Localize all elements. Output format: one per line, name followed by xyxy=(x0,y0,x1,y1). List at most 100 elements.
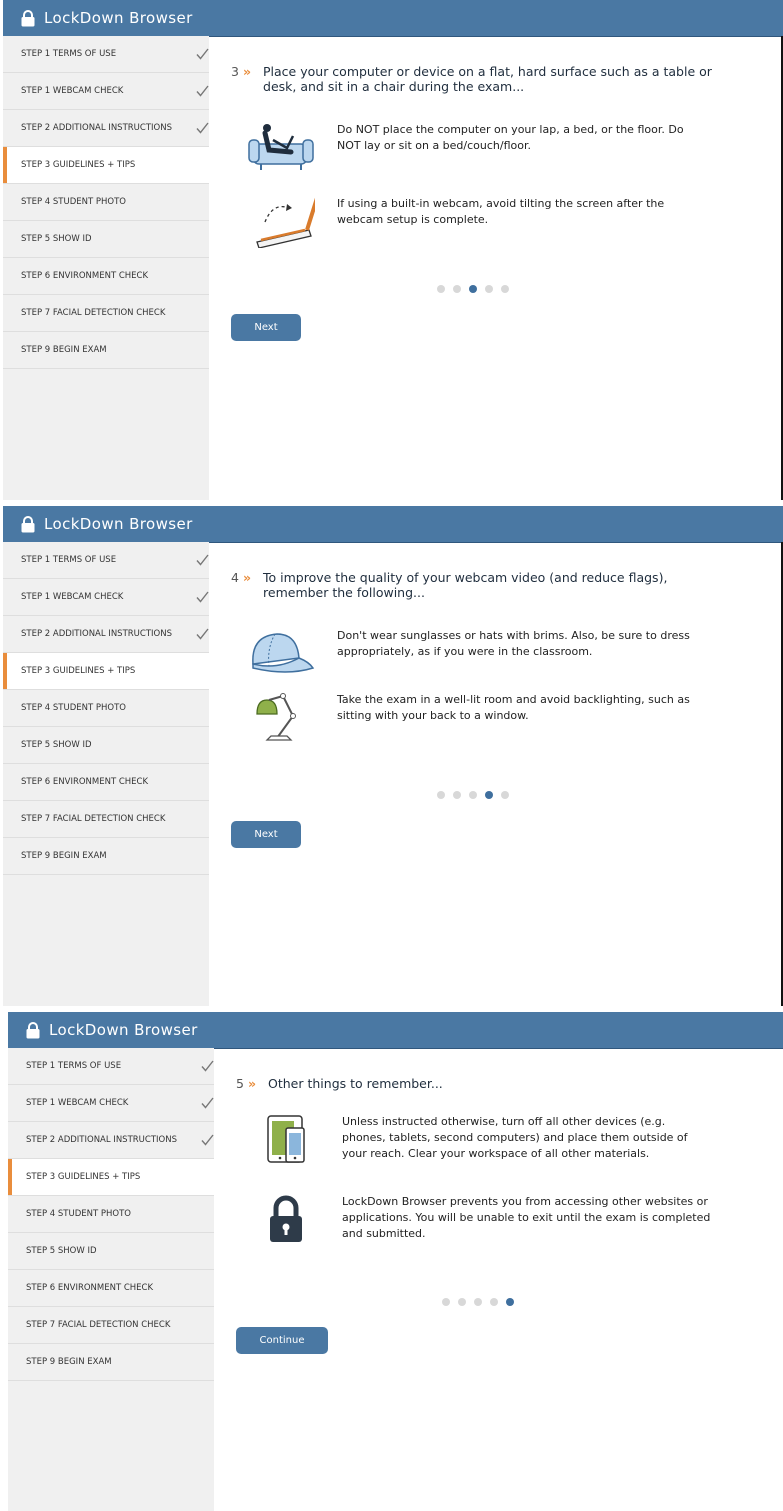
page-dot[interactable] xyxy=(437,285,445,293)
sidebar-step-webcam-check[interactable]: STEP 1 WEBCAM CHECK xyxy=(3,579,209,616)
app-title: LockDown Browser xyxy=(44,515,193,533)
step-label: STEP 9 BEGIN EXAM xyxy=(21,851,107,861)
lockdown-panel-step4: LockDown Browser STEP 1 TERMS OF USE STE… xyxy=(3,506,783,1006)
lockdown-panel-step5: LockDown Browser STEP 1 TERMS OF USE STE… xyxy=(8,1012,783,1511)
page-dot[interactable] xyxy=(501,285,509,293)
sidebar-step-guidelines-tips[interactable]: STEP 3 GUIDELINES + TIPS xyxy=(3,653,209,690)
checkmark-icon xyxy=(196,48,209,60)
sidebar-step-webcam-check[interactable]: STEP 1 WEBCAM CHECK xyxy=(3,73,209,110)
sidebar-step-terms-of-use[interactable]: STEP 1 TERMS OF USE xyxy=(3,542,209,579)
checkmark-icon xyxy=(201,1097,214,1109)
sidebar: STEP 1 TERMS OF USE STEP 1 WEBCAM CHECK … xyxy=(8,1048,214,1511)
sidebar-step-show-id[interactable]: STEP 5 SHOW ID xyxy=(8,1233,214,1270)
padlock-icon xyxy=(270,1195,302,1242)
sidebar-step-webcam-check[interactable]: STEP 1 WEBCAM CHECK xyxy=(8,1085,214,1122)
checkmark-icon xyxy=(196,122,209,134)
sidebar-step-facial-detection-check[interactable]: STEP 7 FACIAL DETECTION CHECK xyxy=(8,1307,214,1344)
checkmark-icon xyxy=(201,1134,214,1146)
sidebar-step-additional-instructions[interactable]: STEP 2 ADDITIONAL INSTRUCTIONS xyxy=(3,110,209,147)
next-button[interactable]: Next xyxy=(231,314,301,341)
page-dot-active[interactable] xyxy=(506,1298,514,1306)
tip-heading: 4 » To improve the quality of your webca… xyxy=(231,570,731,600)
desk-lamp-icon xyxy=(256,693,296,741)
app-title: LockDown Browser xyxy=(49,1021,198,1039)
page-dot[interactable] xyxy=(485,285,493,293)
checkmark-icon xyxy=(196,85,209,97)
page-dot[interactable] xyxy=(453,285,461,293)
title-bar: LockDown Browser xyxy=(3,0,783,37)
step-label: STEP 3 GUIDELINES + TIPS xyxy=(21,160,136,170)
pagination-dots xyxy=(437,285,517,293)
tip-item: Don't wear sunglasses or hats with brims… xyxy=(247,628,747,680)
sidebar-step-begin-exam[interactable]: STEP 9 BEGIN EXAM xyxy=(3,838,209,875)
tip-number: 4 » xyxy=(231,570,252,585)
tip-heading-text: Place your computer or device on a flat,… xyxy=(263,64,712,94)
continue-button[interactable]: Continue xyxy=(236,1327,328,1354)
sidebar-step-begin-exam[interactable]: STEP 9 BEGIN EXAM xyxy=(8,1344,214,1381)
tip-item: LockDown Browser prevents you from acces… xyxy=(252,1194,752,1246)
step-label: STEP 6 ENVIRONMENT CHECK xyxy=(21,271,149,281)
sidebar-step-student-photo[interactable]: STEP 4 STUDENT PHOTO xyxy=(3,184,209,221)
step-label: STEP 7 FACIAL DETECTION CHECK xyxy=(21,308,166,318)
sidebar-step-student-photo[interactable]: STEP 4 STUDENT PHOTO xyxy=(8,1196,214,1233)
step-label: STEP 1 TERMS OF USE xyxy=(21,555,117,565)
main-content: 4 » To improve the quality of your webca… xyxy=(231,542,773,1006)
sidebar-step-show-id[interactable]: STEP 5 SHOW ID xyxy=(3,221,209,258)
tip-item: Do NOT place the computer on your lap, a… xyxy=(247,122,747,174)
sidebar-step-student-photo[interactable]: STEP 4 STUDENT PHOTO xyxy=(3,690,209,727)
page-dot[interactable] xyxy=(490,1298,498,1306)
sidebar-step-environment-check[interactable]: STEP 6 ENVIRONMENT CHECK xyxy=(3,764,209,801)
tip-heading-text: To improve the quality of your webcam vi… xyxy=(263,570,668,600)
sidebar-step-environment-check[interactable]: STEP 6 ENVIRONMENT CHECK xyxy=(3,258,209,295)
page-dot[interactable] xyxy=(453,791,461,799)
sidebar-step-guidelines-tips[interactable]: STEP 3 GUIDELINES + TIPS xyxy=(8,1159,214,1196)
chevron-icon: » xyxy=(247,1076,257,1091)
page-dot[interactable] xyxy=(442,1298,450,1306)
page-dot-active[interactable] xyxy=(485,791,493,799)
page-dot[interactable] xyxy=(469,791,477,799)
page-dot[interactable] xyxy=(437,791,445,799)
tip-heading: 5 » Other things to remember... xyxy=(236,1076,736,1091)
sidebar-step-begin-exam[interactable]: STEP 9 BEGIN EXAM xyxy=(3,332,209,369)
tip-text: Take the exam in a well-lit room and avo… xyxy=(337,693,690,722)
app-title: LockDown Browser xyxy=(44,9,193,27)
tip-text: Do NOT place the computer on your lap, a… xyxy=(337,123,684,152)
page-dot[interactable] xyxy=(458,1298,466,1306)
sidebar-step-additional-instructions[interactable]: STEP 2 ADDITIONAL INSTRUCTIONS xyxy=(3,616,209,653)
page-dot-active[interactable] xyxy=(469,285,477,293)
step-label: STEP 4 STUDENT PHOTO xyxy=(21,703,126,713)
checkmark-icon xyxy=(196,628,209,640)
sidebar-step-guidelines-tips[interactable]: STEP 3 GUIDELINES + TIPS xyxy=(3,147,209,184)
sidebar-step-facial-detection-check[interactable]: STEP 7 FACIAL DETECTION CHECK xyxy=(3,295,209,332)
page-dot[interactable] xyxy=(501,791,509,799)
tip-text: Don't wear sunglasses or hats with brims… xyxy=(337,629,690,658)
page-dot[interactable] xyxy=(474,1298,482,1306)
step-label: STEP 1 WEBCAM CHECK xyxy=(21,592,124,602)
checkmark-icon xyxy=(196,554,209,566)
sidebar-step-terms-of-use[interactable]: STEP 1 TERMS OF USE xyxy=(3,36,209,73)
devices-icon xyxy=(267,1115,305,1163)
step-label: STEP 6 ENVIRONMENT CHECK xyxy=(21,777,149,787)
step-label: STEP 4 STUDENT PHOTO xyxy=(21,197,126,207)
step-label: STEP 5 SHOW ID xyxy=(21,740,92,750)
tip-heading-text: Other things to remember... xyxy=(268,1076,443,1091)
sidebar-step-terms-of-use[interactable]: STEP 1 TERMS OF USE xyxy=(8,1048,214,1085)
step-label: STEP 9 BEGIN EXAM xyxy=(21,345,107,355)
next-button[interactable]: Next xyxy=(231,821,301,848)
lock-icon xyxy=(21,9,35,26)
lockdown-panel-step3: LockDown Browser STEP 1 TERMS OF USE STE… xyxy=(3,0,783,500)
sidebar-step-facial-detection-check[interactable]: STEP 7 FACIAL DETECTION CHECK xyxy=(3,801,209,838)
sidebar-step-show-id[interactable]: STEP 5 SHOW ID xyxy=(3,727,209,764)
sidebar-step-additional-instructions[interactable]: STEP 2 ADDITIONAL INSTRUCTIONS xyxy=(8,1122,214,1159)
sidebar: STEP 1 TERMS OF USE STEP 1 WEBCAM CHECK … xyxy=(3,36,209,500)
step-label: STEP 3 GUIDELINES + TIPS xyxy=(21,666,136,676)
tip-number: 5 » xyxy=(236,1076,257,1091)
step-label: STEP 6 ENVIRONMENT CHECK xyxy=(26,1283,154,1293)
tip-item: If using a built-in webcam, avoid tiltin… xyxy=(247,196,747,248)
tip-number: 3 » xyxy=(231,64,252,79)
pagination-dots xyxy=(437,791,517,799)
sidebar-step-environment-check[interactable]: STEP 6 ENVIRONMENT CHECK xyxy=(8,1270,214,1307)
step-label: STEP 7 FACIAL DETECTION CHECK xyxy=(21,814,166,824)
step-label: STEP 4 STUDENT PHOTO xyxy=(26,1209,131,1219)
step-label: STEP 1 WEBCAM CHECK xyxy=(26,1098,129,1108)
